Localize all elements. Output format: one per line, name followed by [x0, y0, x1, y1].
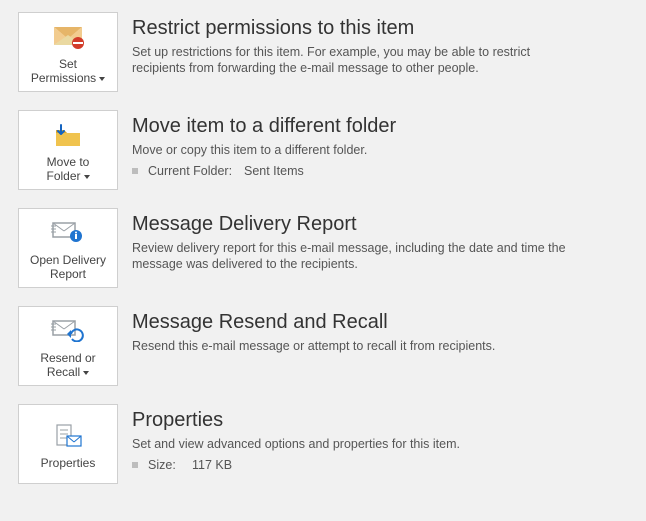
chevron-down-icon	[83, 371, 89, 375]
permissions-description: Restrict permissions to this item Set up…	[132, 12, 628, 76]
section-body: Resend this e-mail message or attempt to…	[132, 338, 572, 354]
resend-recall-button[interactable]: Resend or Recall	[18, 306, 118, 386]
section-title: Message Delivery Report	[132, 212, 628, 236]
properties-icon	[52, 422, 84, 450]
folder-move-icon	[52, 121, 84, 149]
properties-description: Properties Set and view advanced options…	[132, 404, 628, 472]
chevron-down-icon	[84, 175, 90, 179]
resend-description: Message Resend and Recall Resend this e-…	[132, 306, 628, 354]
section-body: Review delivery report for this e-mail m…	[132, 240, 572, 272]
size-label: Size:	[148, 458, 182, 472]
bullet-icon	[132, 462, 138, 468]
tile-label: Resend or	[40, 351, 95, 365]
move-to-folder-button[interactable]: Move to Folder	[18, 110, 118, 190]
info-panel: Set Permissions Restrict permissions to …	[0, 0, 646, 521]
open-delivery-report-button[interactable]: Open Delivery Report	[18, 208, 118, 288]
section-title: Properties	[132, 408, 628, 432]
bullet-icon	[132, 168, 138, 174]
section-title: Move item to a different folder	[132, 114, 628, 138]
section-body: Set up restrictions for this item. For e…	[132, 44, 572, 76]
tile-label: Report	[50, 267, 86, 281]
envelope-info-icon	[51, 219, 85, 247]
delivery-description: Message Delivery Report Review delivery …	[132, 208, 628, 272]
size-line: Size: 117 KB	[132, 458, 628, 472]
size-value: 117 KB	[192, 458, 232, 472]
row-delivery: Open Delivery Report Message Delivery Re…	[18, 208, 628, 288]
current-folder-line: Current Folder: Sent Items	[132, 164, 628, 178]
tile-label: Set	[59, 57, 77, 71]
tile-label: Recall	[47, 365, 80, 379]
tile-label: Properties	[41, 456, 96, 470]
current-folder-value: Sent Items	[244, 164, 304, 178]
row-properties: Properties Properties Set and view advan…	[18, 404, 628, 484]
section-title: Message Resend and Recall	[132, 310, 628, 334]
tile-label: Move to	[47, 155, 90, 169]
envelope-resend-icon	[51, 317, 85, 345]
properties-button[interactable]: Properties	[18, 404, 118, 484]
chevron-down-icon	[99, 77, 105, 81]
row-permissions: Set Permissions Restrict permissions to …	[18, 12, 628, 92]
tile-label: Permissions	[31, 71, 96, 85]
set-permissions-button[interactable]: Set Permissions	[18, 12, 118, 92]
tile-label: Open Delivery	[30, 253, 106, 267]
move-description: Move item to a different folder Move or …	[132, 110, 628, 178]
tile-label: Folder	[46, 169, 80, 183]
row-move: Move to Folder Move item to a different …	[18, 110, 628, 190]
row-resend: Resend or Recall Message Resend and Reca…	[18, 306, 628, 386]
current-folder-label: Current Folder:	[148, 164, 234, 178]
section-body: Move or copy this item to a different fo…	[132, 142, 572, 158]
section-title: Restrict permissions to this item	[132, 16, 628, 40]
section-body: Set and view advanced options and proper…	[132, 436, 572, 452]
envelope-blocked-icon	[52, 23, 84, 51]
